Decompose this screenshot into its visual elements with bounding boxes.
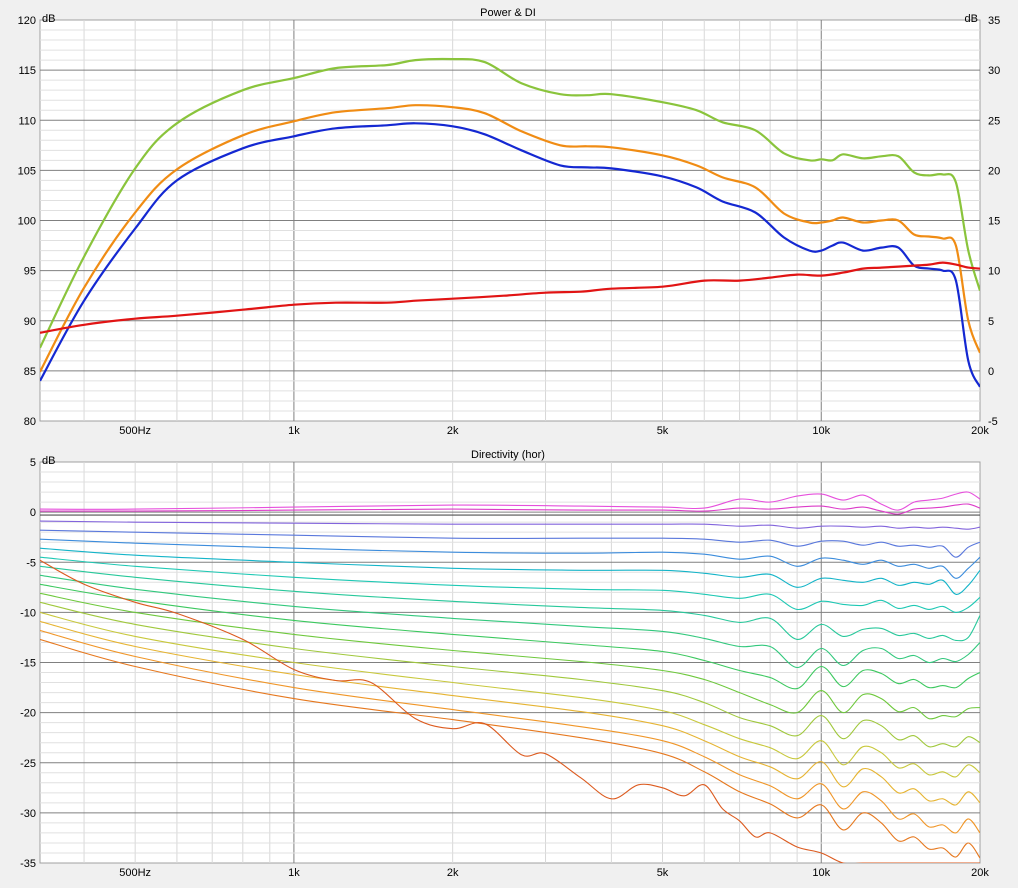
y-tick-label: -30 bbox=[20, 808, 36, 820]
y-axis-label: dB bbox=[42, 455, 55, 467]
y-tick-label: 5 bbox=[30, 457, 36, 469]
x-tick-label: 5k bbox=[657, 867, 669, 879]
y-tick-label: -5 bbox=[26, 557, 36, 569]
x-tick-label: 1k bbox=[288, 867, 300, 879]
y-tick-label: 0 bbox=[30, 507, 36, 519]
y-tick-label: -15 bbox=[20, 658, 36, 670]
x-tick-label: 10k bbox=[812, 867, 830, 879]
chart-title: Directivity (hor) bbox=[471, 449, 545, 461]
x-tick-label: 2k bbox=[447, 867, 459, 879]
y-tick-label: -35 bbox=[20, 858, 36, 870]
y-tick-label: -25 bbox=[20, 758, 36, 770]
y-tick-label: -20 bbox=[20, 708, 36, 720]
directivity-chart: -35 -30 -25 -20 -15 -10 -5 0 5 500Hz 1k 2k 5k 10k 20k D… bbox=[20, 449, 989, 879]
x-tick-label: 20k bbox=[971, 867, 989, 879]
x-tick-label: 500Hz bbox=[119, 867, 151, 879]
chart-window: 80 85 90 95 100 105 110 115 120 -5 0 5 10 15 20 25 30 35 5… bbox=[0, 0, 1018, 888]
y-tick-label: -10 bbox=[20, 607, 36, 619]
